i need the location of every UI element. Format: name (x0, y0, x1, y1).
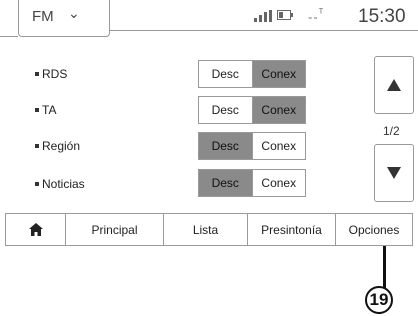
callout-number: 19 (365, 286, 393, 314)
tab-presintonia[interactable]: Presintonía (248, 214, 336, 245)
bullet (35, 108, 39, 112)
home-icon (28, 223, 43, 236)
bottom-tab-bar: Principal Lista Presintonía Opciones (5, 213, 413, 246)
header-divider (108, 30, 418, 31)
page-indicator: 1/2 (383, 124, 400, 138)
callout-line (383, 246, 386, 290)
setting-label-region: Región (42, 139, 81, 153)
signal-bars-icon (254, 10, 272, 22)
toggle-rds[interactable]: Desc Conex (198, 60, 306, 88)
battery-icon (277, 10, 293, 20)
tab-principal[interactable]: Principal (66, 214, 164, 245)
tab-lista[interactable]: Lista (164, 214, 248, 245)
toggle-noticias-conex[interactable]: Conex (251, 170, 305, 196)
bullet (35, 72, 39, 76)
tab-home[interactable] (6, 214, 66, 245)
toggle-noticias[interactable]: Desc Conex (198, 169, 306, 197)
radio-screen: FM ⌄ --ᵀ 15:30 RDS Desc Conex TA Desc Co… (0, 0, 418, 280)
setting-label-noticias: Noticias (42, 177, 85, 191)
toggle-ta[interactable]: Desc Conex (198, 96, 306, 124)
toggle-rds-desc[interactable]: Desc (199, 61, 252, 87)
clock: 15:30 (358, 6, 406, 27)
toggle-region-desc[interactable]: Desc (199, 133, 252, 159)
bullet (35, 182, 39, 186)
triangle-down-icon (387, 167, 401, 179)
toggle-region-conex[interactable]: Conex (251, 133, 305, 159)
setting-label-ta: TA (42, 103, 57, 117)
network-status: --ᵀ (308, 7, 325, 25)
header-divider (0, 36, 18, 37)
chevron-down-icon[interactable]: ⌄ (68, 5, 80, 22)
source-label[interactable]: FM (32, 8, 54, 25)
page-down-button[interactable] (374, 144, 414, 202)
page-up-button[interactable] (374, 56, 414, 114)
toggle-noticias-desc[interactable]: Desc (199, 170, 252, 196)
toggle-ta-desc[interactable]: Desc (199, 97, 252, 123)
setting-label-rds: RDS (42, 67, 68, 81)
bullet (35, 144, 39, 148)
toggle-ta-conex[interactable]: Conex (251, 97, 305, 123)
toggle-region[interactable]: Desc Conex (198, 132, 306, 160)
triangle-up-icon (387, 79, 401, 91)
toggle-rds-conex[interactable]: Conex (251, 61, 305, 87)
tab-opciones[interactable]: Opciones (336, 214, 412, 245)
